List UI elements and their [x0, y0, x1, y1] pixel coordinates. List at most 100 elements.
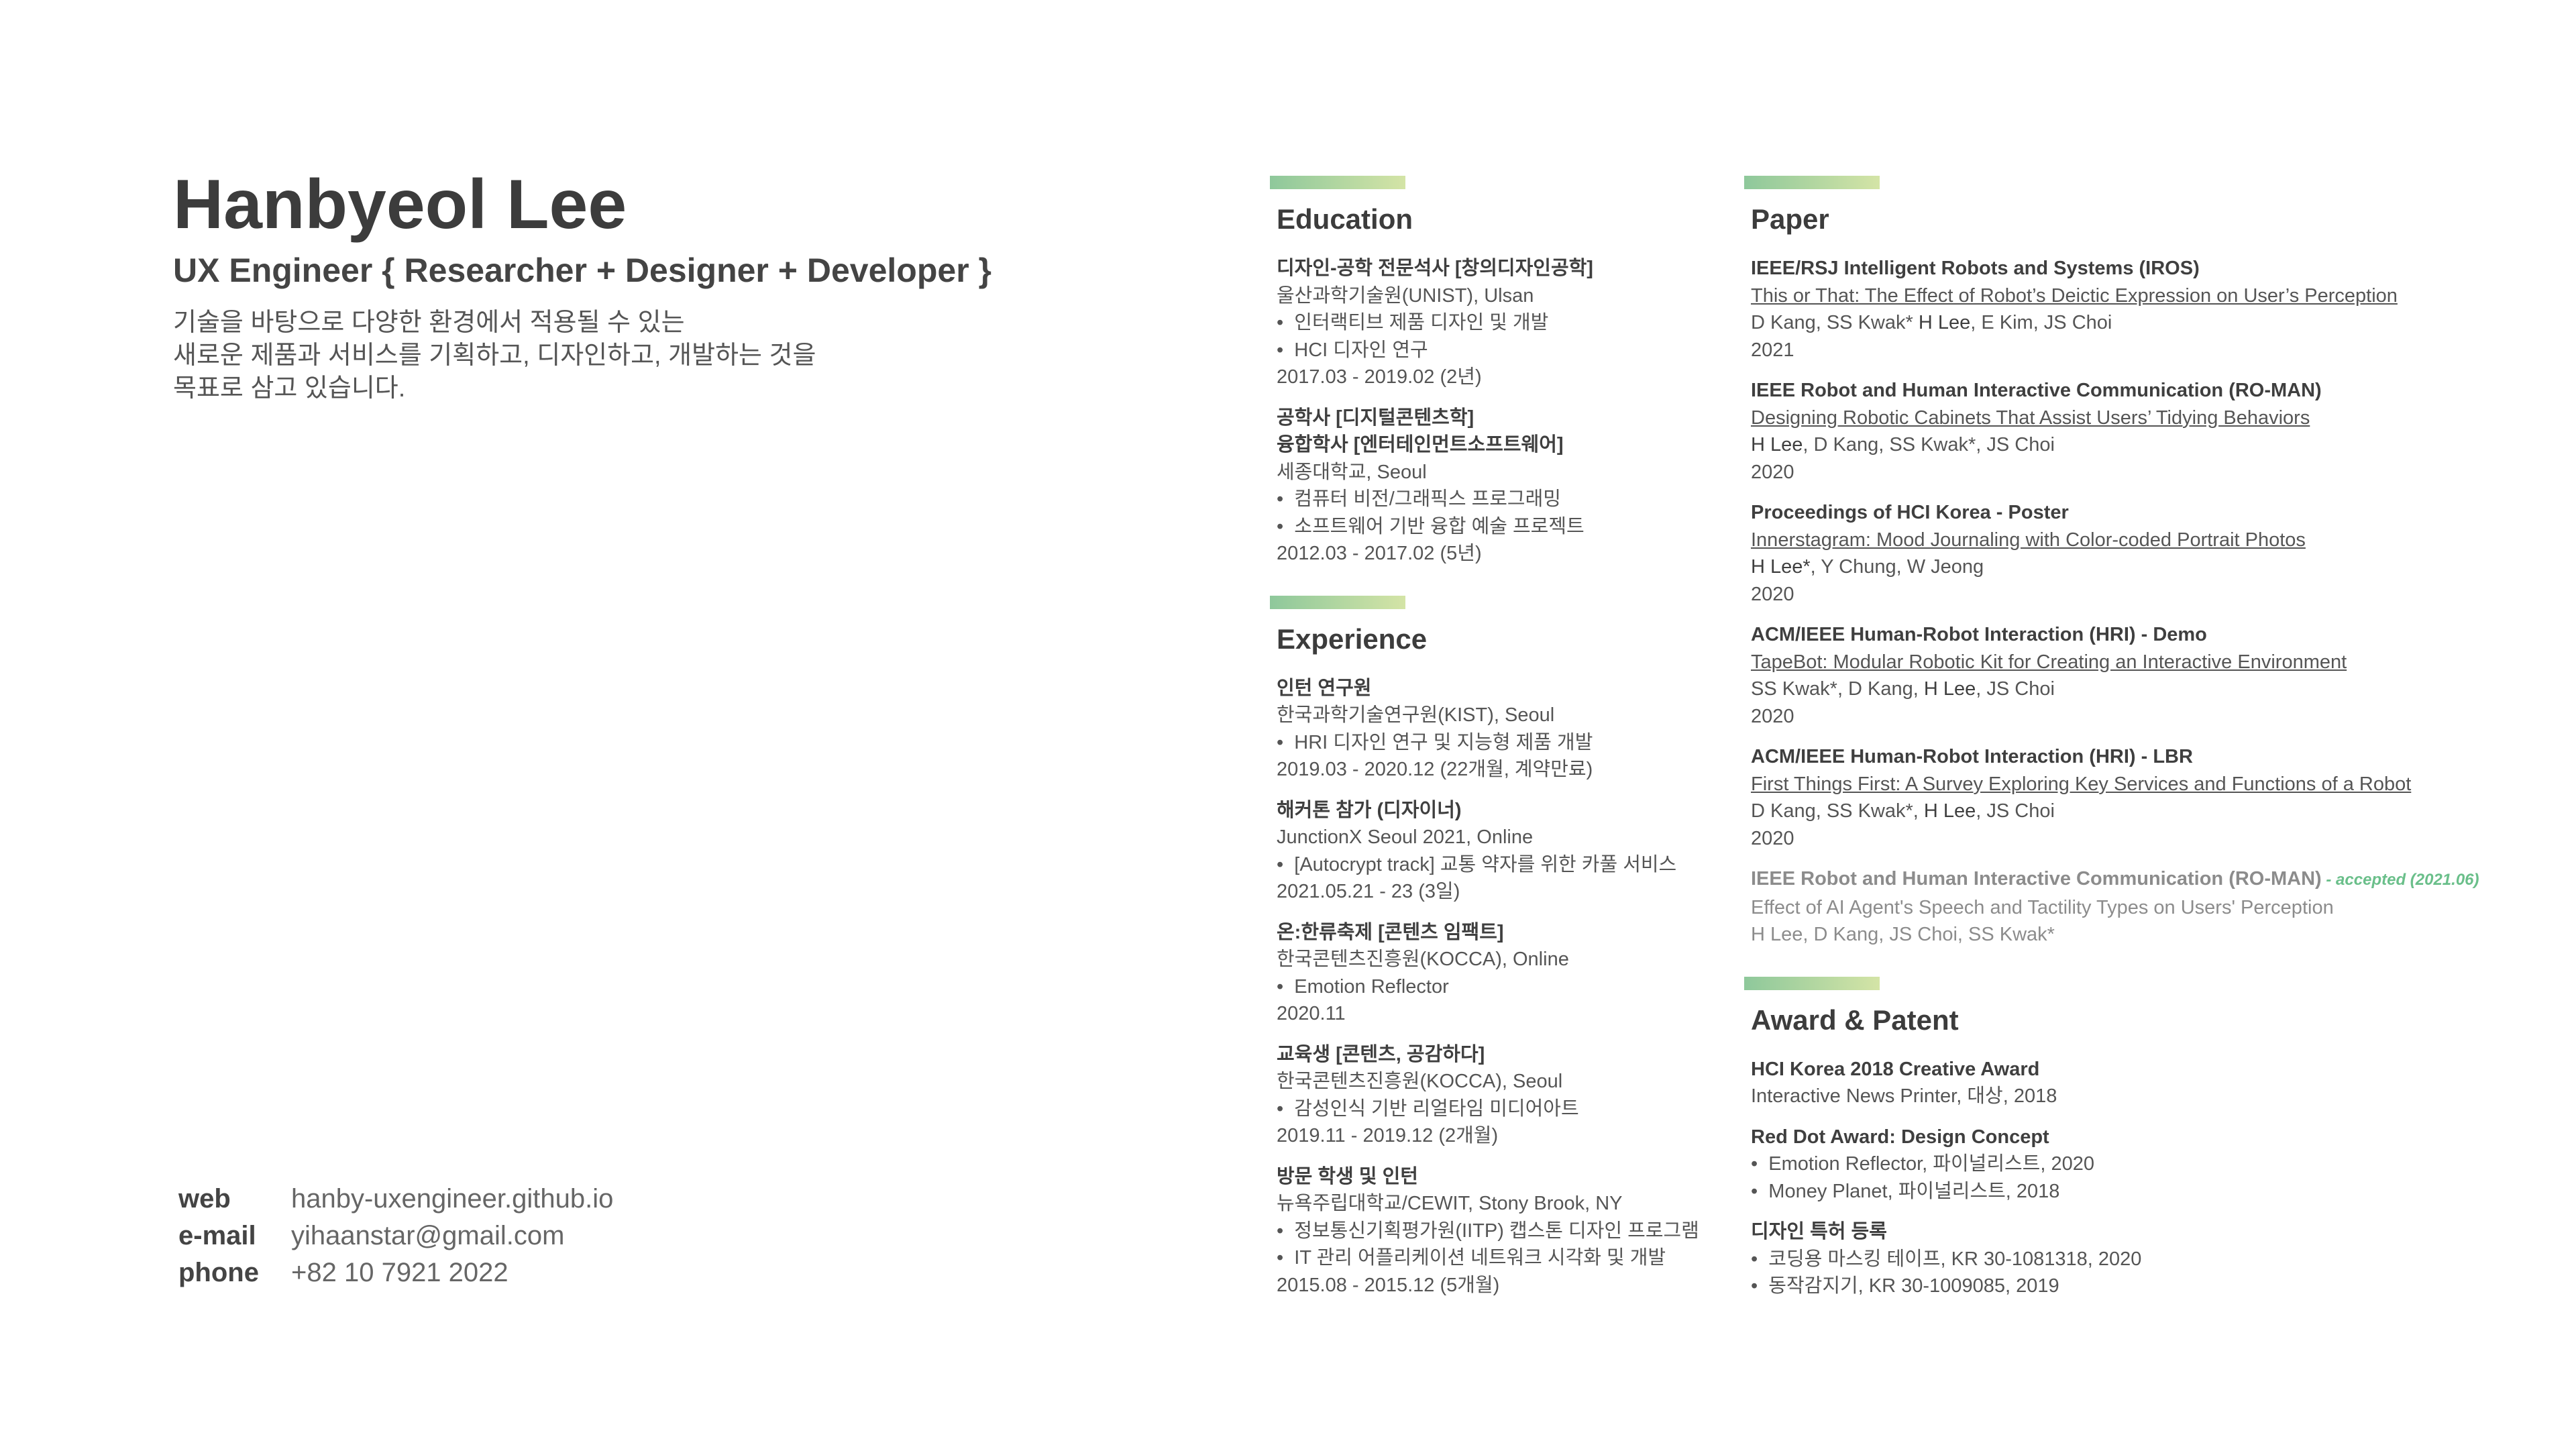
- award-name: Red Dot Award: Design Concept: [1751, 1126, 2049, 1148]
- award-bullet: Money Planet, 파이널리스트, 2018: [1751, 1178, 2563, 1205]
- award-bullet: 코딩용 마스킹 테이프, KR 30-1081318, 2020: [1751, 1246, 2563, 1273]
- award-entry: 디자인 특허 등록코딩용 마스킹 테이프, KR 30-1081318, 202…: [1751, 1218, 2563, 1300]
- paper-title-link[interactable]: This or That: The Effect of Robot’s Deic…: [1751, 282, 2563, 310]
- paper-year: 2020: [1751, 705, 1794, 727]
- award-detail: Interactive News Printer, 대상, 2018: [1751, 1085, 2057, 1107]
- paper-section: Paper IEEE/RSJ Intelligent Robots and Sy…: [1744, 176, 2563, 949]
- section-title-award: Award & Patent: [1751, 1004, 1959, 1036]
- education-heading: 융합학사 [엔터테인먼트소프트웨어]: [1277, 434, 1564, 455]
- education-organization: 울산과학기술원(UNIST), Ulsan: [1277, 284, 1534, 307]
- author-self-name: H Lee: [1923, 678, 1976, 700]
- award-list: HCI Korea 2018 Creative Award Interactive…: [1744, 1056, 2563, 1300]
- experience-period: 2021.05.21 - 23 (3일): [1277, 881, 1460, 902]
- author-self-name: H Lee*: [1751, 556, 1811, 578]
- section-accent-bar: [1270, 595, 1405, 609]
- experience-organization: JunctionX Seoul 2021, Online: [1277, 826, 1534, 848]
- author-names: , JS Choi: [1976, 678, 2055, 700]
- award-entry: HCI Korea 2018 Creative Award Interactive…: [1751, 1056, 2563, 1110]
- contact-web-row: web hanby-uxengineer.github.io: [178, 1181, 613, 1218]
- award-name: HCI Korea 2018 Creative Award: [1751, 1058, 2040, 1080]
- paper-year: 2020: [1751, 461, 1794, 483]
- experience-organization: 한국과학기술연구원(KIST), Seoul: [1277, 704, 1555, 726]
- author-names: D Kang, SS Kwak*: [1751, 312, 1919, 333]
- education-heading: 공학사 [디지털콘텐츠학]: [1277, 407, 1474, 429]
- experience-organization: 한국콘텐츠진흥원(KOCCA), Online: [1277, 949, 1569, 970]
- paper-entry: IEEE/RSJ Intelligent Robots and Systems …: [1751, 255, 2563, 364]
- contact-email-link[interactable]: yihaanstar@gmail.com: [291, 1218, 564, 1254]
- award-section: Award & Patent HCI Korea 2018 Creative A…: [1744, 976, 2563, 1300]
- contact-email-row: e-mail yihaanstar@gmail.com: [178, 1218, 613, 1254]
- author-names: , D Kang, SS Kwak*, JS Choi: [1803, 434, 2055, 455]
- section-title-paper: Paper: [1751, 203, 1829, 235]
- education-entry: 공학사 [디지털콘텐츠학] 융합학사 [엔터테인먼트소프트웨어] 세종대학교, Se…: [1277, 405, 1726, 568]
- contact-info: web hanby-uxengineer.github.io e-mail yi…: [178, 1181, 613, 1291]
- award-entry: Red Dot Award: Design ConceptEmotion Ref…: [1751, 1124, 2563, 1205]
- education-entry: 디자인-공학 전문석사 [창의디자인공학] 울산과학기술원(UNIST), Uls…: [1277, 255, 1726, 391]
- education-bullet: 컴퓨터 비전/그래픽스 프로그래밍: [1277, 486, 1726, 513]
- award-bullet: 동작감지기, KR 30-1009085, 2019: [1751, 1273, 2563, 1300]
- column-right: Paper IEEE/RSJ Intelligent Robots and Sy…: [1744, 176, 2563, 1328]
- accepted-note: - accepted (2021.06): [2321, 871, 2479, 889]
- section-accent-bar: [1270, 176, 1405, 189]
- experience-bullet: Emotion Reflector: [1277, 973, 1726, 1001]
- experience-heading: 해커톤 참가 (디자이너): [1277, 799, 1462, 821]
- experience-bullet: HRI 디자인 연구 및 지능형 제품 개발: [1277, 729, 1726, 757]
- experience-entry: 방문 학생 및 인턴뉴욕주립대학교/CEWIT, Stony Brook, NY…: [1277, 1163, 1726, 1299]
- education-list: 디자인-공학 전문석사 [창의디자인공학] 울산과학기술원(UNIST), Uls…: [1270, 255, 1726, 568]
- paper-list: IEEE/RSJ Intelligent Robots and Systems …: [1744, 255, 2563, 852]
- paper-authors: H Lee*, Y Chung, W Jeong: [1751, 553, 2563, 581]
- contact-web-label: web: [178, 1184, 231, 1214]
- experience-heading: 교육생 [콘텐츠, 공감하다]: [1277, 1043, 1485, 1065]
- paper-authors: H Lee, D Kang, JS Choi, SS Kwak*: [1751, 924, 2055, 945]
- experience-period: 2019.03 - 2020.12 (22개월, 계약만료): [1277, 759, 1593, 780]
- column-middle: Education 디자인-공학 전문석사 [창의디자인공학] 울산과학기술원(U…: [1270, 176, 1726, 1327]
- education-period: 2012.03 - 2017.02 (5년): [1277, 543, 1482, 564]
- paper-title-link[interactable]: Designing Robotic Cabinets That Assist U…: [1751, 405, 2563, 432]
- author-names: SS Kwak*, D Kang,: [1751, 678, 1924, 700]
- intro-line: 목표로 삼고 있습니다.: [173, 374, 406, 402]
- author-self-name: H Lee: [1751, 434, 1803, 455]
- section-title-experience: Experience: [1277, 623, 1428, 655]
- experience-organization: 한국콘텐츠진흥원(KOCCA), Seoul: [1277, 1071, 1563, 1092]
- education-bullet: HCI 디자인 연구: [1277, 337, 1726, 364]
- experience-organization: 뉴욕주립대학교/CEWIT, Stony Brook, NY: [1277, 1193, 1623, 1214]
- contact-email-label: e-mail: [178, 1221, 256, 1250]
- section-accent-bar: [1744, 176, 1880, 189]
- author-names: , Y Chung, W Jeong: [1810, 556, 1984, 578]
- paper-venue: IEEE/RSJ Intelligent Robots and Systems …: [1751, 258, 2200, 279]
- paper-title-link[interactable]: Innerstagram: Mood Journaling with Color…: [1751, 527, 2563, 554]
- experience-entry: 인턴 연구원한국과학기술연구원(KIST), Seoul HRI 디자인 연구 및…: [1277, 675, 1726, 784]
- paper-venue: Proceedings of HCI Korea - Poster: [1751, 502, 2069, 523]
- experience-period: 2019.11 - 2019.12 (2개월): [1277, 1125, 1499, 1146]
- paper-entry: ACM/IEEE Human-Robot Interaction (HRI) -…: [1751, 621, 2563, 730]
- experience-entry: 교육생 [콘텐츠, 공감하다] 한국콘텐츠진흥원(KOCCA), Seoul 감성인…: [1277, 1041, 1726, 1150]
- paper-year: 2020: [1751, 583, 1794, 605]
- contact-phone-row: phone +82 10 7921 2022: [178, 1254, 613, 1291]
- education-bullet: 소프트웨어 기반 융합 예술 프로젝트: [1277, 513, 1726, 541]
- author-names: D Kang, SS Kwak*,: [1751, 800, 1924, 822]
- paper-entry: ACM/IEEE Human-Robot Interaction (HRI) -…: [1751, 743, 2563, 852]
- paper-title-link[interactable]: TapeBot: Modular Robotic Kit for Creatin…: [1751, 649, 2563, 676]
- resume-page: Hanbyeol Lee UX Engineer { Researcher + …: [0, 0, 2576, 1449]
- section-title-education: Education: [1277, 203, 1413, 235]
- education-section: Education 디자인-공학 전문석사 [창의디자인공학] 울산과학기술원(U…: [1270, 176, 1726, 568]
- author-names: , JS Choi: [1976, 800, 2055, 822]
- experience-bullet: IT 관리 어플리케이션 네트워크 시각화 및 개발: [1277, 1244, 1726, 1272]
- experience-bullet: [Autocrypt track] 교통 약자를 위한 카풀 서비스: [1277, 851, 1726, 879]
- author-self-name: H Lee: [1918, 312, 1971, 333]
- experience-heading: 온:한류축제 [콘텐츠 임팩트]: [1277, 921, 1504, 943]
- award-bullet: Emotion Reflector, 파이널리스트, 2020: [1751, 1150, 2563, 1178]
- experience-entry: 온:한류축제 [콘텐츠 임팩트] 한국콘텐츠진흥원(KOCCA), Online E…: [1277, 919, 1726, 1028]
- contact-phone-value: +82 10 7921 2022: [291, 1258, 508, 1287]
- award-name: 디자인 특허 등록: [1751, 1221, 1887, 1242]
- author-self-name: H Lee: [1923, 800, 1976, 822]
- paper-authors: SS Kwak*, D Kang, H Lee, JS Choi: [1751, 676, 2563, 703]
- paper-authors: H Lee, D Kang, SS Kwak*, JS Choi: [1751, 431, 2563, 459]
- contact-web-link[interactable]: hanby-uxengineer.github.io: [291, 1181, 613, 1218]
- paper-title-link[interactable]: First Things First: A Survey Exploring K…: [1751, 771, 2563, 798]
- experience-heading: 방문 학생 및 인턴: [1277, 1165, 1418, 1187]
- experience-period: 2020.11: [1277, 1003, 1346, 1024]
- profile-role: UX Engineer { Researcher + Designer + De…: [173, 252, 991, 289]
- profile-name: Hanbyeol Lee: [173, 166, 627, 244]
- paper-year: 2020: [1751, 827, 1794, 849]
